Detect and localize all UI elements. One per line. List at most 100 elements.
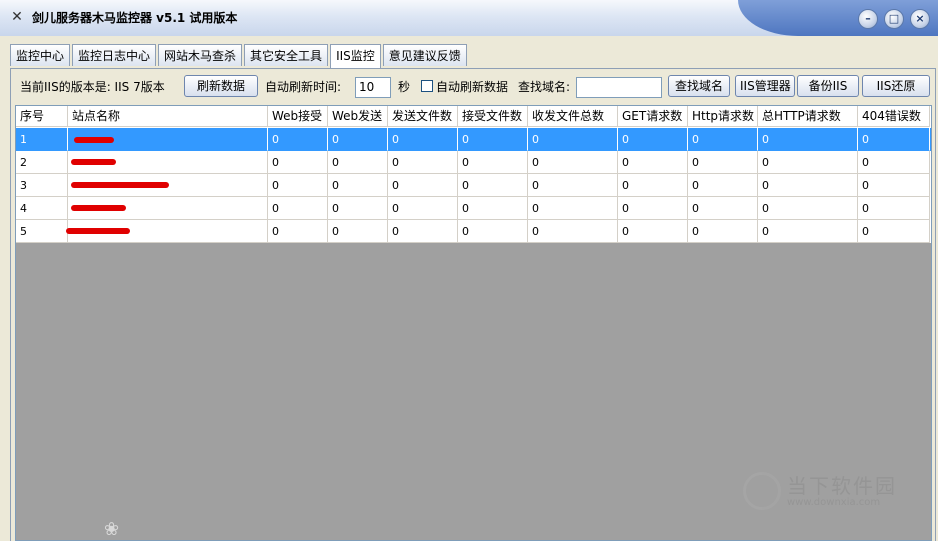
- find-domain-input[interactable]: [576, 77, 662, 98]
- column-header-files-sent[interactable]: 发送文件数: [388, 106, 458, 127]
- minimize-icon: –: [865, 12, 871, 25]
- table-row[interactable]: 4000000000: [16, 197, 931, 220]
- redaction-mark: [71, 159, 116, 165]
- row-value-cell: 0: [458, 197, 528, 220]
- column-header-total-http[interactable]: 总HTTP请求数: [758, 106, 858, 127]
- auto-refresh-seconds-input[interactable]: 10: [355, 77, 391, 98]
- row-value-cell: 0: [758, 128, 858, 151]
- table-row[interactable]: 1000000000: [16, 128, 931, 151]
- minimize-button[interactable]: –: [858, 9, 878, 29]
- row-value-cell: 0: [388, 220, 458, 243]
- tab-strip: 监控中心 监控日志中心 网站木马查杀 其它安全工具 IIS监控 意见建议反馈: [10, 44, 469, 68]
- row-value-cell: 0: [618, 197, 688, 220]
- window-title: 剑儿服务器木马监控器 v5.1 试用版本: [32, 11, 238, 25]
- row-index: 4: [16, 197, 68, 220]
- seconds-label: 秒: [398, 80, 411, 94]
- row-value-cell: 0: [388, 128, 458, 151]
- redaction-mark: [66, 228, 130, 234]
- tab-feedback[interactable]: 意见建议反馈: [382, 44, 467, 66]
- row-value-cell: 0: [528, 197, 618, 220]
- row-value-cell: 0: [458, 220, 528, 243]
- column-header-web-sent[interactable]: Web发送: [328, 106, 388, 127]
- row-value-cell: 0: [528, 128, 618, 151]
- maximize-icon: □: [888, 12, 900, 25]
- auto-refresh-checkbox-label: 自动刷新数据: [436, 80, 509, 94]
- row-value-cell: 0: [328, 174, 388, 197]
- row-value-cell: 0: [268, 128, 328, 151]
- column-header-files-total[interactable]: 收发文件总数: [528, 106, 618, 127]
- row-value-cell: 0: [858, 128, 930, 151]
- row-value-cell: 0: [528, 174, 618, 197]
- row-value-cell: 0: [388, 174, 458, 197]
- row-value-cell: 0: [328, 151, 388, 174]
- close-button[interactable]: ×: [910, 9, 930, 29]
- row-value-cell: 0: [388, 151, 458, 174]
- row-index: 3: [16, 174, 68, 197]
- row-value-cell: 0: [268, 151, 328, 174]
- row-value-cell: 0: [328, 220, 388, 243]
- auto-refresh-time-label: 自动刷新时间:: [265, 80, 342, 94]
- row-value-cell: 0: [688, 128, 758, 151]
- tab-iis-monitor[interactable]: IIS监控: [330, 44, 381, 68]
- watermark-url: www.downxia.com: [787, 497, 881, 508]
- row-value-cell: 0: [268, 174, 328, 197]
- row-value-cell: 0: [688, 174, 758, 197]
- row-index: 1: [16, 128, 68, 151]
- site-list[interactable]: 序号 站点名称 Web接受 Web发送 发送文件数 接受文件数 收发文件总数 G…: [15, 105, 932, 541]
- column-header-http-requests[interactable]: Http请求数: [688, 106, 758, 127]
- redaction-mark: [71, 182, 169, 188]
- column-header-get-requests[interactable]: GET请求数: [618, 106, 688, 127]
- title-bar-decoration: [738, 0, 938, 36]
- row-value-cell: 0: [858, 197, 930, 220]
- row-value-cell: 0: [328, 197, 388, 220]
- row-value-cell: 0: [758, 220, 858, 243]
- refresh-data-button[interactable]: 刷新数据: [184, 75, 258, 97]
- table-row[interactable]: 5000000000: [16, 220, 931, 243]
- column-header-404-errors[interactable]: 404错误数: [858, 106, 930, 127]
- find-domain-button[interactable]: 查找域名: [668, 75, 730, 97]
- row-value-cell: 0: [458, 151, 528, 174]
- watermark-text: 当下软件园: [787, 474, 897, 498]
- backup-iis-button[interactable]: 备份IIS: [797, 75, 859, 97]
- tab-trojan-scan[interactable]: 网站木马查杀: [158, 44, 243, 66]
- find-domain-label: 查找域名:: [518, 80, 571, 94]
- list-header: 序号 站点名称 Web接受 Web发送 发送文件数 接受文件数 收发文件总数 G…: [16, 106, 931, 128]
- tab-monitor-center[interactable]: 监控中心: [10, 44, 71, 66]
- auto-refresh-checkbox[interactable]: [421, 80, 433, 92]
- redaction-mark: [71, 205, 126, 211]
- row-value-cell: 0: [618, 151, 688, 174]
- redaction-mark: [74, 137, 114, 143]
- row-value-cell: 0: [688, 151, 758, 174]
- table-row[interactable]: 3000000000: [16, 174, 931, 197]
- row-value-cell: 0: [458, 174, 528, 197]
- watermark: 当下软件园 www.downxia.com: [743, 470, 913, 518]
- row-value-cell: 0: [388, 197, 458, 220]
- watermark-logo-icon: [743, 472, 781, 510]
- row-value-cell: 0: [268, 220, 328, 243]
- row-value-cell: 0: [328, 128, 388, 151]
- table-row[interactable]: 2000000000: [16, 151, 931, 174]
- tab-monitor-log[interactable]: 监控日志中心: [72, 44, 157, 66]
- row-value-cell: 0: [618, 128, 688, 151]
- tab-security-tools[interactable]: 其它安全工具: [244, 44, 329, 66]
- row-value-cell: 0: [618, 174, 688, 197]
- title-bar[interactable]: ✕ 剑儿服务器木马监控器 v5.1 试用版本 – □ ×: [0, 0, 938, 36]
- row-index: 2: [16, 151, 68, 174]
- column-header-files-received[interactable]: 接受文件数: [458, 106, 528, 127]
- column-header-site-name[interactable]: 站点名称: [68, 106, 268, 127]
- row-value-cell: 0: [688, 197, 758, 220]
- column-header-index[interactable]: 序号: [16, 106, 68, 127]
- maximize-button[interactable]: □: [884, 9, 904, 29]
- row-value-cell: 0: [758, 151, 858, 174]
- row-value-cell: 0: [858, 220, 930, 243]
- row-value-cell: 0: [458, 128, 528, 151]
- row-value-cell: 0: [268, 197, 328, 220]
- iis-manager-button[interactable]: IIS管理器: [735, 75, 795, 97]
- row-value-cell: 0: [758, 174, 858, 197]
- crossed-swords-icon: ✕: [11, 9, 23, 25]
- restore-iis-button[interactable]: IIS还原: [862, 75, 930, 97]
- row-value-cell: 0: [688, 220, 758, 243]
- row-index: 5: [16, 220, 68, 243]
- iis-version-label: 当前IIS的版本是: IIS 7版本: [20, 80, 165, 94]
- column-header-web-received[interactable]: Web接受: [268, 106, 328, 127]
